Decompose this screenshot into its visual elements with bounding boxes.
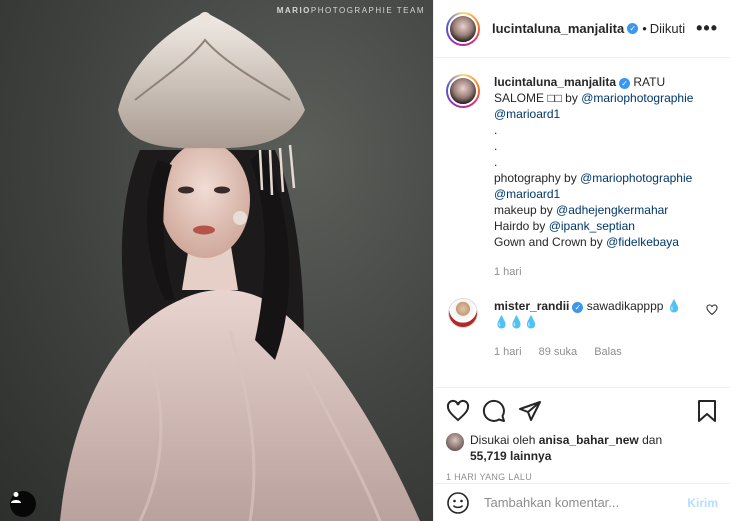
caption-text: makeup by <box>494 203 557 217</box>
author-avatar-image <box>448 13 478 44</box>
caption-text: photography by <box>494 171 581 185</box>
caption-mention[interactable]: @marioard1 <box>494 187 560 201</box>
verified-badge-icon: ✓ <box>619 78 631 89</box>
verified-badge-icon: ✓ <box>627 23 639 34</box>
following-button[interactable]: Diikuti <box>650 21 685 36</box>
caption-time[interactable]: 1 hari <box>494 264 714 280</box>
separator-dot: • <box>642 21 647 36</box>
person-icon <box>11 492 21 503</box>
post-timestamp[interactable]: 1 HARI YANG LALU <box>446 472 718 482</box>
bookmark-icon[interactable] <box>696 399 718 423</box>
share-paper-plane-icon[interactable] <box>518 399 542 423</box>
watermark-bold-text: MARIO <box>276 6 311 15</box>
comment-likes[interactable]: 89 suka <box>539 346 578 358</box>
action-icons-bar <box>446 398 718 424</box>
caption: lucintaluna_manjalita ✓ RATU SALOME □□ by… <box>446 74 718 280</box>
like-heart-icon[interactable] <box>446 399 470 423</box>
comment-like-heart-icon[interactable] <box>706 304 718 316</box>
comments-list[interactable]: lucintaluna_manjalita ✓ RATU SALOME □□ by… <box>434 58 730 386</box>
liked-by-user[interactable]: anisa_bahar_new <box>539 433 639 447</box>
commenter-avatar[interactable] <box>448 298 478 328</box>
post-header: lucintaluna_manjalita ✓ • Diikuti ••• <box>434 0 730 58</box>
portrait-illustration <box>60 12 420 521</box>
caption-dot: . <box>494 139 498 153</box>
caption-mention[interactable]: @mariophotographie <box>581 91 693 105</box>
liker-avatar[interactable] <box>446 433 464 451</box>
caption-text: Gown and Crown by <box>494 235 607 249</box>
comment-meta: 1 hari 89 suka Balas <box>494 344 689 360</box>
comment-input[interactable] <box>484 495 688 510</box>
verified-badge-icon: ✓ <box>572 302 584 313</box>
liked-by-prefix: Disukai oleh <box>470 433 539 447</box>
post-comment-button[interactable]: Kirim <box>687 496 718 510</box>
caption-username[interactable]: lucintaluna_manjalita <box>494 75 616 89</box>
more-options-button[interactable]: ••• <box>696 18 718 39</box>
post-side-panel: lucintaluna_manjalita ✓ • Diikuti ••• lu… <box>433 0 730 521</box>
caption-mention[interactable]: @fidelkebaya <box>606 235 679 249</box>
caption-text: Hairdo by <box>494 219 549 233</box>
commenter-username[interactable]: mister_randii <box>494 299 569 313</box>
watermark-rest-text: PHOTOGRAPHIE TEAM <box>310 6 425 15</box>
post-photo[interactable]: MARIOPHOTOGRAPHIE TEAM <box>0 0 433 521</box>
liked-count[interactable]: 55,719 lainnya <box>470 449 551 463</box>
author-username[interactable]: lucintaluna_manjalita <box>492 21 624 36</box>
photo-watermark: MARIOPHOTOGRAPHIE TEAM <box>277 6 425 15</box>
add-comment-bar: Kirim <box>434 483 730 521</box>
caption-mention[interactable]: @ipank_septian <box>549 219 635 233</box>
caption-dot: . <box>494 155 498 169</box>
liked-by-mid: dan <box>638 433 663 447</box>
comment-body: mister_randii ✓ sawadikapppp 💧 💧💧💧 1 hari… <box>494 298 689 360</box>
comment-item: mister_randii ✓ sawadikapppp 💧 💧💧💧 1 hari… <box>446 298 718 360</box>
emoji-icon[interactable] <box>446 491 470 515</box>
caption-mention[interactable]: @mariophotographie <box>580 171 692 185</box>
caption-body: lucintaluna_manjalita ✓ RATU SALOME □□ by… <box>494 74 714 280</box>
caption-dot: . <box>494 123 498 137</box>
tagged-users-button[interactable] <box>10 491 36 517</box>
likes-summary: Disukai oleh anisa_bahar_new dan 55,719 … <box>446 432 718 464</box>
comment-reply-button[interactable]: Balas <box>594 346 622 358</box>
author-avatar[interactable] <box>446 11 480 46</box>
caption-avatar[interactable] <box>446 74 480 108</box>
caption-avatar-image <box>448 76 478 106</box>
comment-time[interactable]: 1 hari <box>494 346 522 358</box>
likes-text: Disukai oleh anisa_bahar_new dan 55,719 … <box>470 432 662 464</box>
comment-bubble-icon[interactable] <box>482 399 506 423</box>
caption-mention[interactable]: @adhejengkermahar <box>556 203 668 217</box>
caption-mention[interactable]: @marioard1 <box>494 107 560 121</box>
